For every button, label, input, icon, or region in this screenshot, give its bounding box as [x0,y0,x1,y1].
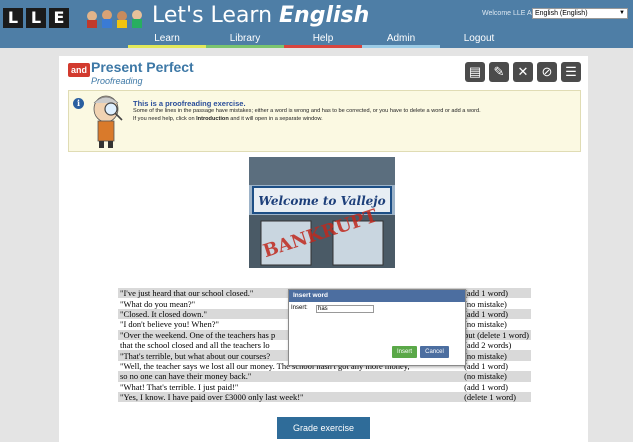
info-help-text: If you need help, click on Introduction … [133,116,323,122]
info-help-post: and it will open in a separate window. [228,116,323,122]
content-panel: and Present Perfect Proofreading ▤ ✎ ✕ ⊘… [59,56,588,442]
exercise-action: (add 1 word) [462,288,531,299]
professor-icon [93,95,123,148]
title-bar: and Present Perfect Proofreading ▤ ✎ ✕ ⊘… [59,56,588,90]
logo-letter-e: E [49,8,69,28]
top-header: L L E Let's Learn English Welcome LLE Ad… [0,0,633,48]
exercise-action: (no mistake) [462,350,531,361]
exercise-line[interactable]: "Yes, I know. I have paid over £3000 onl… [118,391,463,403]
exercise-action: (add 2 words) [462,339,531,351]
exercise-line[interactable]: "What! That's terrible. I just paid!" [118,381,463,392]
exercise-action: but (delete 1 word) [462,329,531,340]
bankrupt-school-image: Welcome to Vallejo BANKRUPT [249,157,395,268]
nav-library[interactable]: Library [206,32,284,48]
exercise-action: (delete 1 word) [462,391,531,403]
insert-label: Insert: [291,305,308,311]
toolbar: ▤ ✎ ✕ ⊘ ☰ [465,62,581,82]
pencil-icon[interactable]: ✎ [489,62,509,82]
introduction-link[interactable]: Introduction [196,116,229,122]
logo-letter-l2: L [26,8,46,28]
close-icon[interactable]: ✕ [513,62,533,82]
lesson-badge: and [68,63,90,77]
grade-exercise-button[interactable]: Grade exercise [277,417,370,439]
exercise-action: (add 1 word) [462,381,531,392]
app-title-bold: English [279,3,370,28]
language-selected-value: English (English) [535,10,588,17]
insert-word-input[interactable]: has [316,305,374,313]
main-nav: Learn Library Help Admin Logout [128,32,518,48]
info-title: This is a proofreading exercise. [133,99,246,108]
insert-button[interactable]: Insert [392,346,417,358]
sign-text: Welcome to Vallejo [258,194,385,208]
info-help-pre: If you need help, click on [133,116,197,122]
info-instructions: Some of the lines in the passage have mi… [133,108,481,114]
chevron-down-icon: ▼ [619,10,625,16]
insert-word-dialog: Insert word Insert: has Insert Cancel [288,289,466,366]
cancel-button[interactable]: Cancel [420,346,449,358]
info-box: i This is a proofreading exercise. Some … [68,90,581,152]
exercise-action: (add 1 word) [462,308,531,320]
info-icon: i [73,98,84,109]
exercise-action: (no mistake) [462,298,531,309]
people-logo-icon [87,10,142,28]
nav-logout[interactable]: Logout [440,32,518,48]
lle-logo[interactable]: L L E [3,8,69,28]
page-title: Present Perfect [91,59,194,75]
block-icon[interactable]: ⊘ [537,62,557,82]
exercise-line[interactable]: so no one can have their money back." [118,371,463,382]
table-row: "What! That's terrible. I just paid!" (ad… [118,381,531,392]
edit-icon[interactable]: ▤ [465,62,485,82]
table-row: so no one can have their money back." (no… [118,371,531,382]
app-title: Let's Learn English [152,3,369,29]
nav-help[interactable]: Help [284,32,362,48]
exercise-action: (no mistake) [462,371,531,382]
logo-letter-l1: L [3,8,23,28]
app-title-plain: Let's Learn [152,3,280,28]
nav-learn[interactable]: Learn [128,32,206,48]
table-row: "Yes, I know. I have paid over £3000 onl… [118,391,531,403]
exercise-action: (no mistake) [462,319,531,330]
list-icon[interactable]: ☰ [561,62,581,82]
exercise-action: (add 1 word) [462,360,531,372]
dialog-title[interactable]: Insert word [289,290,465,302]
page-subtitle: Proofreading [91,76,143,86]
language-select[interactable]: English (English) ▼ [532,8,628,19]
nav-admin[interactable]: Admin [362,32,440,48]
